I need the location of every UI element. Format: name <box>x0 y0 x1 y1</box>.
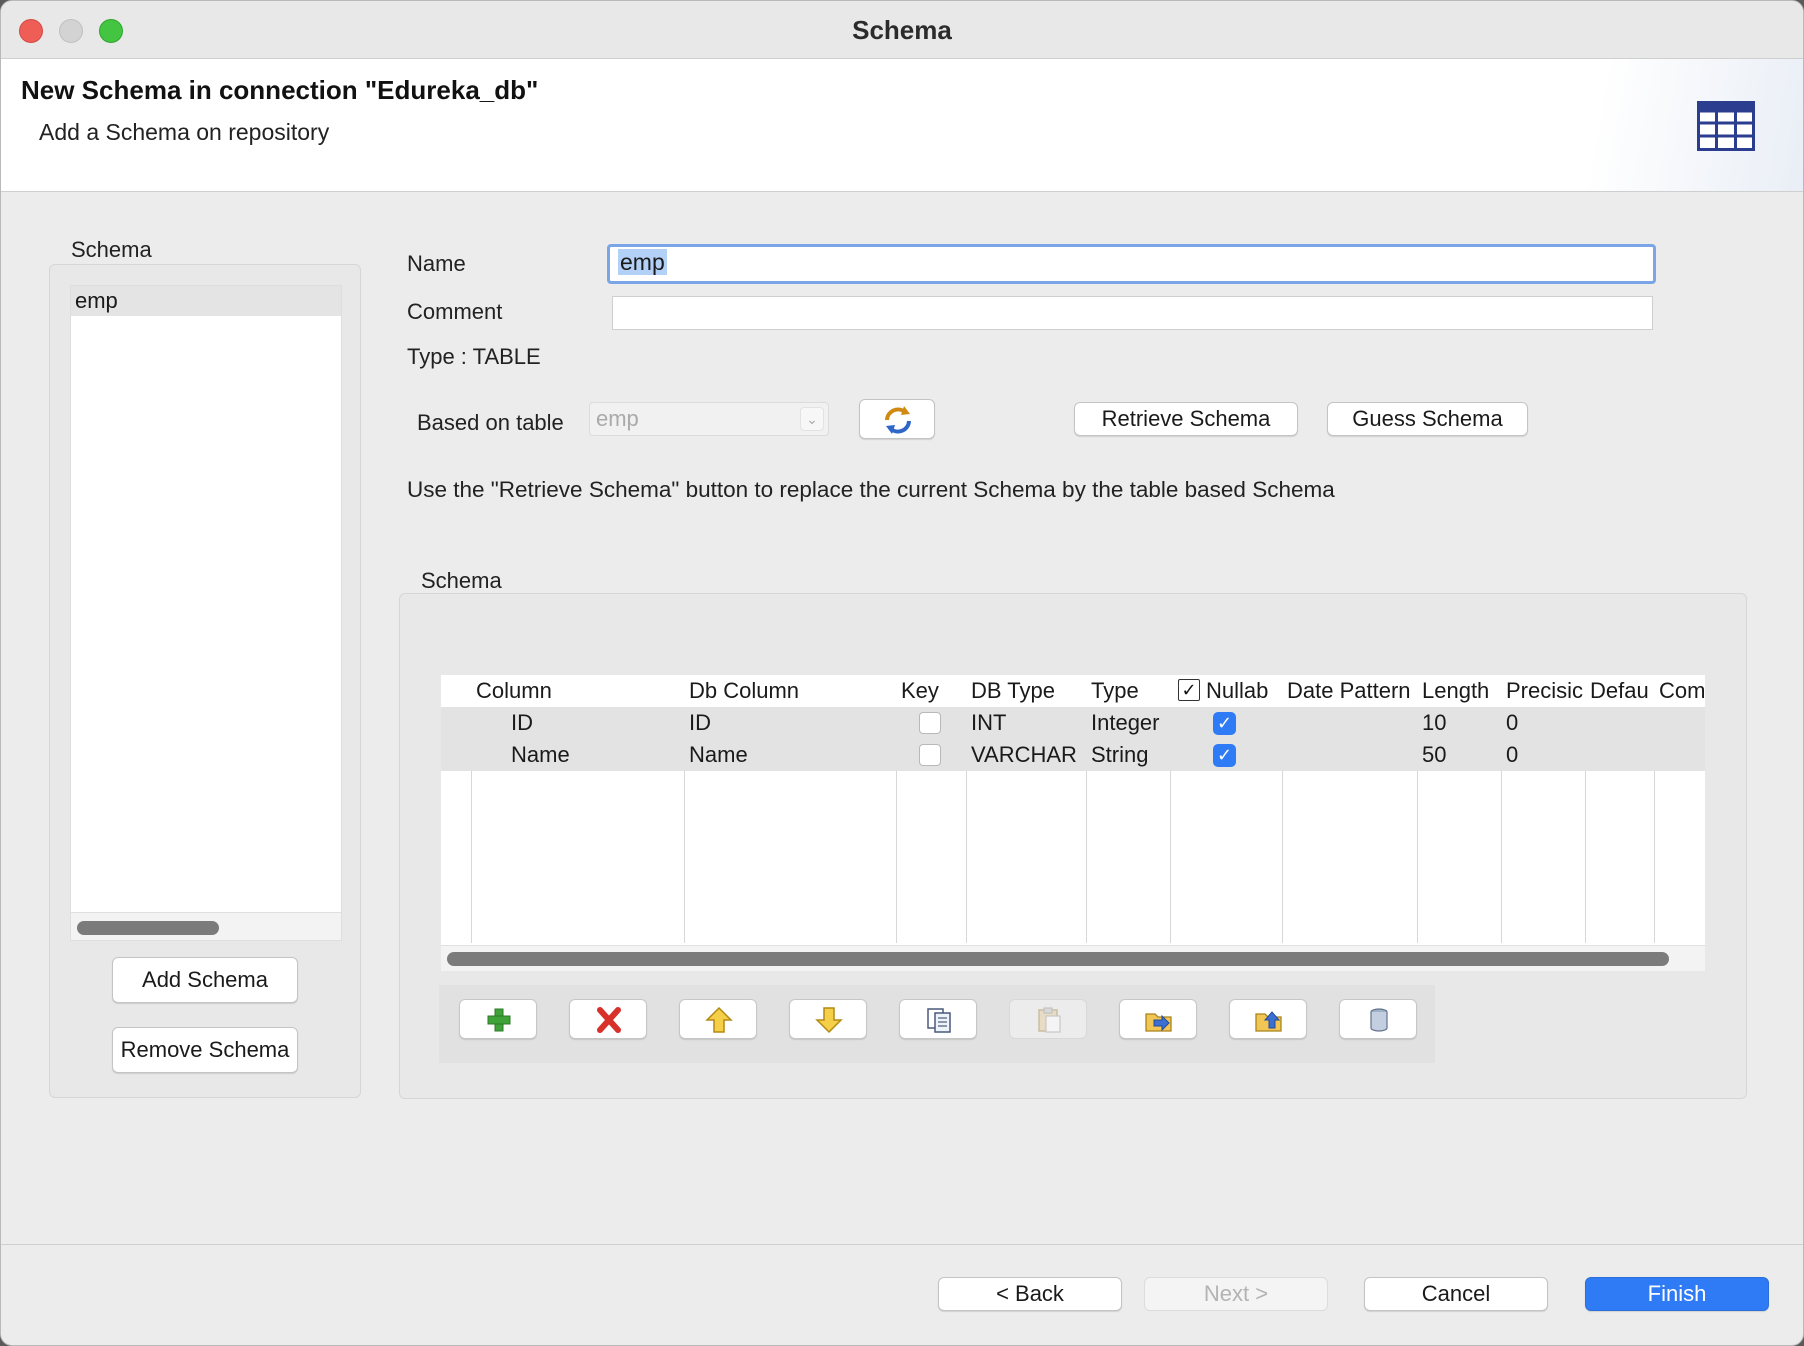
finish-button[interactable]: Finish <box>1585 1277 1769 1311</box>
cell-precision[interactable]: 0 <box>1501 739 1585 771</box>
refresh-icon <box>885 406 911 434</box>
title-bar: Schema <box>1 1 1803 59</box>
cell-comment[interactable] <box>1654 707 1705 739</box>
paste-button[interactable] <box>1009 999 1087 1039</box>
add-schema-button[interactable]: Add Schema <box>112 957 298 1003</box>
cell-comment[interactable] <box>1654 739 1705 771</box>
header-default[interactable]: Defau <box>1585 675 1654 707</box>
type-text: Type : TABLE <box>407 344 541 369</box>
cell-column[interactable]: Name <box>471 739 684 771</box>
scrollbar-thumb[interactable] <box>77 921 219 935</box>
header-date-pattern[interactable]: Date Pattern <box>1282 675 1417 707</box>
cancel-button[interactable]: Cancel <box>1364 1277 1548 1311</box>
schema-list[interactable]: emp <box>70 285 342 941</box>
header-db-type[interactable]: DB Type <box>966 675 1086 707</box>
name-input-value: emp <box>618 249 667 275</box>
guess-schema-button[interactable]: Guess Schema <box>1327 402 1528 436</box>
table-row[interactable]: ID ID INT Integer ✓ 10 0 <box>441 707 1705 739</box>
based-on-table-select[interactable]: emp ⌄ <box>589 402 829 436</box>
database-button[interactable] <box>1339 999 1417 1039</box>
schema-table[interactable]: Column Db Column Key DB Type Type ✓ Null… <box>441 675 1705 971</box>
schema-table-scrollbar[interactable] <box>441 945 1705 971</box>
wizard-subtitle: Add a Schema on repository <box>39 119 330 145</box>
copy-icon <box>927 1008 951 1033</box>
based-on-table-value: emp <box>596 406 639 431</box>
name-label: Name <box>407 251 466 276</box>
cell-db-type[interactable]: VARCHAR <box>966 739 1086 771</box>
export-button[interactable] <box>1229 999 1307 1039</box>
comment-input[interactable] <box>612 296 1653 330</box>
remove-icon <box>597 1007 621 1033</box>
cell-precision[interactable]: 0 <box>1501 707 1585 739</box>
key-checkbox[interactable] <box>919 712 941 734</box>
next-button[interactable]: Next > <box>1144 1277 1328 1311</box>
move-down-icon <box>815 1007 843 1034</box>
cell-length[interactable]: 50 <box>1417 739 1501 771</box>
add-row-button[interactable] <box>459 999 537 1039</box>
footer-divider <box>1 1244 1803 1245</box>
move-up-icon <box>705 1006 733 1033</box>
remove-row-button[interactable] <box>569 999 647 1039</box>
export-icon <box>1255 1011 1282 1032</box>
nullable-select-all-checkbox[interactable]: ✓ <box>1178 679 1200 701</box>
import-icon <box>1145 1013 1172 1032</box>
header-nullable[interactable]: Nullab <box>1206 675 1282 707</box>
cell-db-column[interactable]: Name <box>684 739 896 771</box>
refresh-tables-button[interactable] <box>859 399 935 439</box>
header-db-column[interactable]: Db Column <box>684 675 896 707</box>
table-icon <box>1697 101 1755 151</box>
cell-date-pattern[interactable] <box>1282 739 1417 771</box>
cell-db-column[interactable]: ID <box>684 707 896 739</box>
wizard-header: New Schema in connection "Edureka_db" Ad… <box>1 59 1803 192</box>
schema-list-label: Schema <box>71 237 152 262</box>
schema-list-scrollbar[interactable] <box>71 912 341 940</box>
table-row[interactable]: Name Name VARCHAR String ✓ 50 0 <box>441 739 1705 771</box>
comment-label: Comment <box>407 299 503 324</box>
header-precision[interactable]: Precisic <box>1501 675 1585 707</box>
schema-dialog: Schema New Schema in connection "Edureka… <box>0 0 1804 1346</box>
add-icon <box>487 1008 511 1032</box>
header-comment[interactable]: Com <box>1654 675 1705 707</box>
remove-schema-button[interactable]: Remove Schema <box>112 1027 298 1073</box>
header-type[interactable]: Type <box>1086 675 1170 707</box>
cell-date-pattern[interactable] <box>1282 707 1417 739</box>
based-on-table-label: Based on table <box>417 410 564 435</box>
schema-table-label: Schema <box>421 568 502 593</box>
nullable-checkbox[interactable]: ✓ <box>1213 712 1236 735</box>
table-header: Column Db Column Key DB Type Type ✓ Null… <box>441 675 1705 707</box>
cell-type[interactable]: String <box>1086 739 1170 771</box>
key-checkbox[interactable] <box>919 744 941 766</box>
wizard-title: New Schema in connection "Edureka_db" <box>21 75 539 105</box>
back-button[interactable]: < Back <box>938 1277 1122 1311</box>
header-length[interactable]: Length <box>1417 675 1501 707</box>
scrollbar-thumb[interactable] <box>447 952 1669 966</box>
cell-default[interactable] <box>1585 739 1654 771</box>
name-input[interactable]: emp <box>607 244 1656 284</box>
header-column[interactable]: Column <box>471 675 684 707</box>
cell-length[interactable]: 10 <box>1417 707 1501 739</box>
cell-column[interactable]: ID <box>471 707 684 739</box>
move-up-button[interactable] <box>679 999 757 1039</box>
retrieve-hint: Use the "Retrieve Schema" button to repl… <box>407 477 1335 502</box>
move-down-button[interactable] <box>789 999 867 1039</box>
window-title: Schema <box>852 15 952 45</box>
copy-button[interactable] <box>899 999 977 1039</box>
schema-list-group: emp Add Schema Remove Schema <box>49 264 361 1098</box>
header-key[interactable]: Key <box>896 675 966 707</box>
cell-db-type[interactable]: INT <box>966 707 1086 739</box>
retrieve-schema-button[interactable]: Retrieve Schema <box>1074 402 1298 436</box>
import-button[interactable] <box>1119 999 1197 1039</box>
chevron-down-icon: ⌄ <box>800 407 824 431</box>
schema-table-toolbar <box>439 985 1435 1063</box>
database-icon <box>1370 1008 1388 1032</box>
cell-type[interactable]: Integer <box>1086 707 1170 739</box>
nullable-checkbox[interactable]: ✓ <box>1213 744 1236 767</box>
cell-default[interactable] <box>1585 707 1654 739</box>
schema-list-item[interactable]: emp <box>71 286 341 316</box>
paste-icon <box>1038 1007 1061 1033</box>
